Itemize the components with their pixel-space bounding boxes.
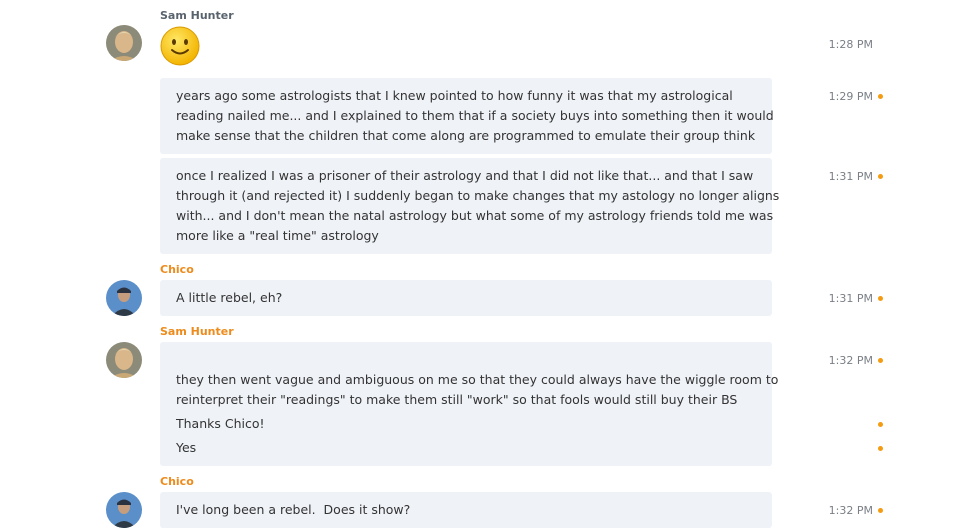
message-text: years ago some astrologists that I knew … bbox=[176, 88, 733, 103]
message-text: through it (and rejected it) I suddenly … bbox=[176, 188, 780, 203]
sender-name[interactable]: Sam Hunter bbox=[160, 325, 234, 338]
smiley-emoji bbox=[160, 26, 200, 66]
message-text: once I realized I was a prisoner of thei… bbox=[176, 168, 754, 183]
message-timestamp: 1:32 PM bbox=[828, 354, 873, 367]
unread-dot-icon bbox=[878, 508, 883, 513]
message-text: Yes bbox=[176, 440, 197, 455]
avatar-chico[interactable] bbox=[106, 492, 142, 528]
unread-dot-icon bbox=[878, 358, 883, 363]
message-text: I've long been a rebel. Does it show? bbox=[176, 502, 411, 517]
avatar-image bbox=[106, 25, 142, 61]
avatar-image bbox=[106, 280, 142, 316]
message-timestamp: 1:31 PM bbox=[828, 170, 873, 183]
sender-name[interactable]: Chico bbox=[160, 475, 194, 488]
message-text: with... and I don't mean the natal astro… bbox=[176, 208, 774, 223]
sender-name[interactable]: Sam Hunter bbox=[160, 9, 234, 22]
message-timestamp: 1:28 PM bbox=[828, 38, 873, 51]
message-text: A little rebel, eh? bbox=[176, 290, 283, 305]
avatar-image bbox=[106, 342, 142, 378]
unread-dot-icon bbox=[878, 446, 883, 451]
message-timestamp: 1:29 PM bbox=[828, 90, 873, 103]
message-text: reading nailed me... and I explained to … bbox=[176, 108, 774, 123]
message-text: they then went vague and ambiguous on me… bbox=[176, 372, 779, 387]
message-timestamp: 1:32 PM bbox=[828, 504, 873, 517]
avatar-sam-hunter[interactable] bbox=[106, 25, 142, 61]
avatar-sam-hunter[interactable] bbox=[106, 342, 142, 378]
unread-dot-icon bbox=[878, 422, 883, 427]
unread-dot-icon bbox=[878, 94, 883, 99]
unread-dot-icon bbox=[878, 296, 883, 301]
unread-dot-icon bbox=[878, 174, 883, 179]
message-text: more like a "real time" astrology bbox=[176, 228, 379, 243]
avatar-image bbox=[106, 492, 142, 528]
sender-name[interactable]: Chico bbox=[160, 263, 194, 276]
message-text: Thanks Chico! bbox=[176, 416, 265, 431]
message-text: make sense that the children that come a… bbox=[176, 128, 756, 143]
message-text: reinterpret their "readings" to make the… bbox=[176, 392, 738, 407]
message-timestamp: 1:31 PM bbox=[828, 292, 873, 305]
avatar-chico[interactable] bbox=[106, 280, 142, 316]
